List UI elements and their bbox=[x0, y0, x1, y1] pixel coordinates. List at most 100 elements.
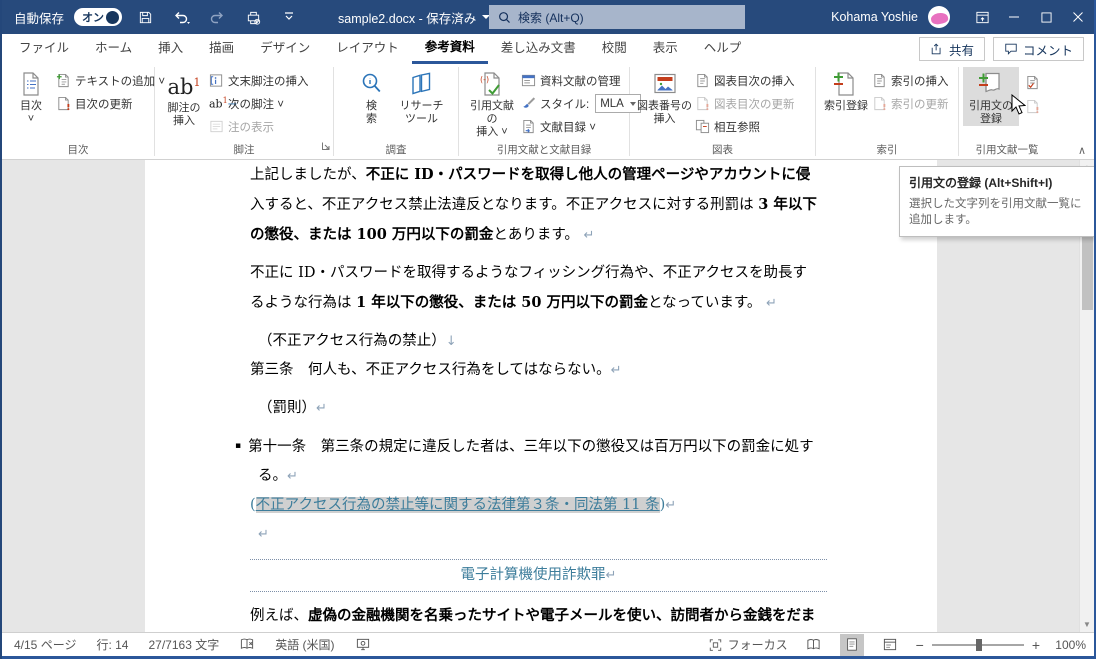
document-line[interactable]: 入すると、不正アクセス禁止法違反となります。不正アクセスに対する刑罰は 3 年以… bbox=[250, 190, 827, 220]
manage-sources-icon bbox=[521, 74, 536, 87]
bibliography-button[interactable]: 文献目録 ˅ bbox=[521, 116, 641, 137]
avatar[interactable] bbox=[928, 6, 950, 28]
line-indicator[interactable]: 行: 14 bbox=[96, 636, 128, 653]
tab-insert[interactable]: 挿入 bbox=[145, 34, 196, 64]
document-line[interactable]: 不正に ID・パスワードを取得するようなフィッシング行為や、不正アクセスを助長す bbox=[250, 259, 827, 288]
document-line[interactable]: ▪ 第十一条 第三条の規定に違反した者は、三年以下の懲役又は百万円以下の罰金に処す bbox=[235, 432, 827, 462]
close-button[interactable] bbox=[1062, 0, 1094, 34]
tab-design[interactable]: デザイン bbox=[247, 34, 323, 64]
document-line[interactable]: 第三条 何人も、不正アクセス行為をしてはならない。↵ bbox=[250, 356, 827, 385]
print-layout-button[interactable] bbox=[839, 633, 864, 656]
tooltip-body: 選択した文字列を引用文献一覧に追加します。 bbox=[909, 198, 1082, 226]
read-mode-button[interactable] bbox=[802, 634, 826, 656]
tab-review[interactable]: 校閲 bbox=[589, 34, 640, 64]
tab-help[interactable]: ヘルプ bbox=[691, 34, 755, 64]
tab-file[interactable]: ファイル bbox=[6, 34, 82, 64]
zoom-slider[interactable] bbox=[931, 638, 1024, 651]
accessibility-icon bbox=[356, 638, 369, 651]
share-icon bbox=[931, 43, 941, 55]
undo-button[interactable] bbox=[168, 4, 194, 30]
print-layout-icon bbox=[846, 638, 857, 651]
redo-button[interactable] bbox=[204, 4, 230, 30]
proofing-errors-button[interactable] bbox=[239, 637, 255, 652]
selected-text: 不正アクセス行為の禁止等に関する法律第３条・同法第 11 条 bbox=[255, 497, 660, 513]
show-notes-button[interactable]: 注の表示 bbox=[209, 116, 309, 137]
page-indicator[interactable]: 4/15 ページ bbox=[14, 636, 76, 653]
add-text-button[interactable]: テキストの追加 ˅ bbox=[56, 70, 165, 91]
autosave-toggle[interactable]: オン bbox=[74, 8, 123, 26]
ribbon-tab-row: ファイル ホーム 挿入 描画 デザイン レイアウト 参考資料 差し込み文書 校閲… bbox=[2, 34, 1094, 64]
document-line[interactable]: るような行為は 1 年以下の懲役、または 50 万円以下の罰金となっています。 … bbox=[250, 288, 827, 318]
group-label-footnotes: 脚注 bbox=[233, 144, 255, 156]
manage-sources-button[interactable]: 資料文献の管理 bbox=[521, 70, 641, 91]
insert-citation-button[interactable]: (-) 引用文献の 挿入 ˅ bbox=[463, 67, 521, 139]
insert-footnote-button[interactable]: ab1 脚注の 挿入 bbox=[159, 67, 209, 128]
update-table-of-figures-button[interactable]: 図表目次の更新 bbox=[695, 93, 795, 114]
toc-button[interactable]: 目次 ˅ bbox=[6, 67, 56, 126]
search-input[interactable]: 検索 (Alt+Q) bbox=[489, 5, 745, 29]
mouse-cursor-icon bbox=[1011, 94, 1026, 115]
update-index-button[interactable]: 索引の更新 bbox=[872, 93, 949, 114]
document-line[interactable] bbox=[250, 318, 827, 327]
zoom-out-button[interactable]: − bbox=[916, 637, 924, 653]
endnote-icon bbox=[209, 74, 223, 87]
tab-references[interactable]: 参考資料 bbox=[411, 34, 488, 64]
cross-reference-button[interactable]: 相互参照 bbox=[695, 116, 795, 137]
document-line[interactable] bbox=[250, 423, 827, 432]
insert-index-button[interactable]: 索引の挿入 bbox=[872, 70, 949, 91]
insert-table-of-authorities-button[interactable] bbox=[1022, 72, 1042, 92]
document-line[interactable] bbox=[250, 385, 827, 394]
save-button[interactable] bbox=[132, 4, 158, 30]
document-line[interactable]: 例えば、虚偽の金融機関を名乗ったサイトや電子メールを使い、訪問者から金銭をだま bbox=[250, 601, 827, 631]
books-icon bbox=[411, 72, 430, 95]
smart-lookup-button[interactable]: 検 索 bbox=[347, 67, 397, 126]
tab-layout[interactable]: レイアウト bbox=[323, 34, 412, 64]
web-layout-button[interactable] bbox=[878, 634, 902, 656]
user-account[interactable]: Kohama Yoshie bbox=[831, 10, 918, 24]
maximize-button[interactable] bbox=[1030, 0, 1062, 34]
zoom-in-button[interactable]: + bbox=[1032, 637, 1040, 653]
paragraph-mark: ↵ bbox=[583, 228, 595, 243]
ribbon-display-options-button[interactable] bbox=[966, 0, 998, 34]
print-preview-button[interactable] bbox=[240, 4, 266, 30]
insert-table-of-figures-button[interactable]: 図表目次の挿入 bbox=[695, 70, 795, 91]
document-line[interactable]: （罰則）↵ bbox=[250, 394, 827, 423]
document-line[interactable]: の懲役、または 100 万円以下の罰金とあります。 ↵ bbox=[250, 220, 827, 250]
scroll-down-icon[interactable]: ▼ bbox=[1080, 617, 1094, 632]
next-footnote-icon: ab1→ bbox=[209, 96, 237, 111]
next-footnote-button[interactable]: ab1→ 次の脚注 ˅ bbox=[209, 93, 309, 114]
tab-home[interactable]: ホーム bbox=[82, 34, 145, 64]
research-tools-button[interactable]: リサーチ ツール bbox=[397, 67, 447, 126]
document-text[interactable]: 上記しましたが、不正に ID・パスワードを取得し他人の管理ページやアカウントに侵… bbox=[145, 160, 937, 632]
table-of-figures-icon bbox=[695, 73, 710, 88]
tab-view[interactable]: 表示 bbox=[640, 34, 691, 64]
tab-draw[interactable]: 描画 bbox=[196, 34, 247, 64]
tab-mailings[interactable]: 差し込み文書 bbox=[488, 34, 589, 64]
document-line[interactable]: る。↵ bbox=[250, 462, 827, 491]
collapse-ribbon-icon[interactable]: ∧ bbox=[1078, 144, 1086, 157]
mark-citation-icon bbox=[979, 72, 1000, 93]
insert-caption-button[interactable]: 図表番号の 挿入 bbox=[634, 67, 695, 126]
share-button[interactable]: 共有 bbox=[918, 37, 985, 61]
language-indicator[interactable]: 英語 (米国) bbox=[275, 636, 334, 653]
document-title[interactable]: sample2.docx - 保存済み bbox=[338, 8, 491, 27]
comments-button[interactable]: コメント bbox=[992, 37, 1084, 61]
mark-entry-button[interactable]: 索引登録 bbox=[820, 67, 872, 113]
insert-endnote-button[interactable]: 文末脚注の挿入 bbox=[209, 70, 309, 91]
update-toc-button[interactable]: 目次の更新 bbox=[56, 93, 165, 114]
document-line[interactable]: （不正アクセス行為の禁止）↓ bbox=[250, 327, 827, 356]
zoom-slider-thumb[interactable] bbox=[975, 638, 982, 651]
accessibility-button[interactable] bbox=[355, 637, 371, 652]
web-layout-icon bbox=[883, 638, 896, 651]
word-count[interactable]: 27/7163 文字 bbox=[148, 636, 219, 653]
document-line[interactable]: (不正アクセス行為の禁止等に関する法律第３条・同法第 11 条)↵ bbox=[250, 491, 827, 520]
minimize-button[interactable] bbox=[998, 0, 1030, 34]
document-line[interactable]: ↵ bbox=[250, 520, 827, 549]
qat-customize-button[interactable] bbox=[276, 4, 302, 30]
document-heading-line[interactable]: 電子計算機使用詐欺罪↵ bbox=[250, 559, 827, 592]
zoom-level[interactable]: 100% bbox=[1048, 638, 1086, 652]
document-page[interactable]: 上記しましたが、不正に ID・パスワードを取得し他人の管理ページやアカウントに侵… bbox=[145, 160, 937, 632]
document-line[interactable] bbox=[250, 250, 827, 259]
document-line[interactable]: 上記しましたが、不正に ID・パスワードを取得し他人の管理ページやアカウントに侵 bbox=[250, 160, 827, 190]
focus-mode-button[interactable]: フォーカス bbox=[708, 636, 788, 653]
